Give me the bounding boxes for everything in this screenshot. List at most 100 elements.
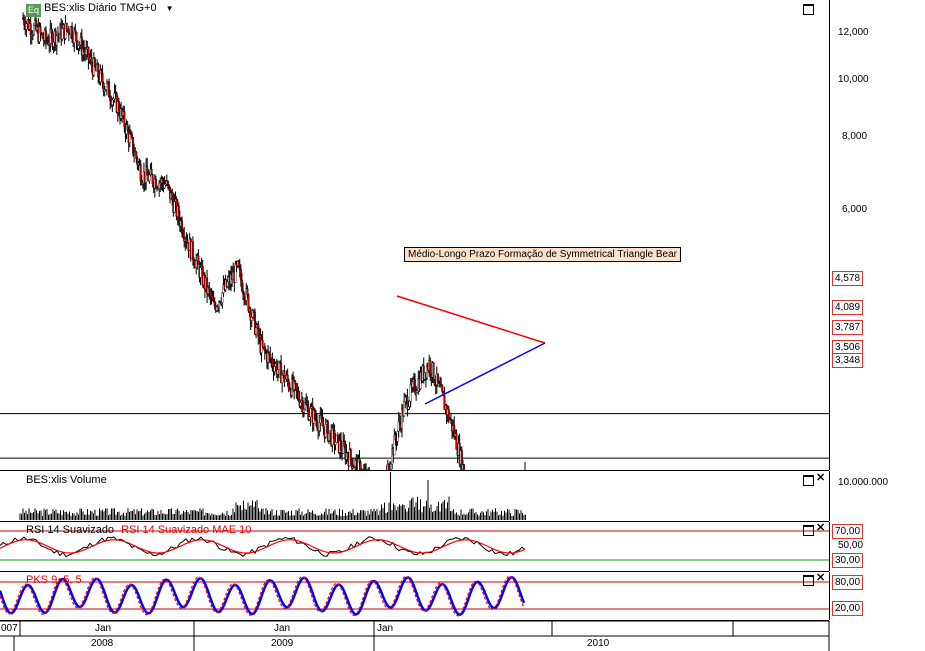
price-candle [321,418,324,427]
price-candle [398,421,401,424]
level-label: 3,787 [832,320,864,335]
price-candle [177,205,180,219]
close-icon[interactable]: ✕ [816,473,825,484]
price-candle [299,402,302,407]
price-candle [234,263,237,283]
price-candle [346,452,349,458]
volume-panel[interactable]: BES:xlis Volume ✕ [0,471,829,522]
price-candle [85,49,88,55]
pks-panel[interactable]: PKS 9, 5, 5 ✕ [0,572,829,621]
price-candle [359,462,362,470]
price-candle [308,416,311,420]
price-candle [44,30,47,41]
price-candle [243,293,246,300]
chevron-down-icon[interactable]: ▼ [166,4,174,13]
price-tick: 10,000 [838,74,869,85]
price-candle [108,82,111,98]
price-candle [302,408,305,413]
close-icon[interactable]: ✕ [816,573,825,584]
price-candle [294,380,297,385]
price-candle [296,389,299,392]
price-candle [396,431,399,442]
pks-title: PKS 9, 5, 5 [26,574,82,586]
price-candle [306,404,309,407]
price-candle [286,374,289,382]
price-candle [314,418,317,421]
price-candle [436,373,439,383]
price-candle [404,397,407,402]
price-candle [416,390,419,393]
price-candle [83,49,86,53]
time-label: Jan [274,623,291,634]
price-candle [281,375,284,384]
price-candle [191,241,194,260]
pks-level: 80,00 [832,575,864,590]
price-candle [111,99,114,105]
price-candle [273,366,276,372]
rsi-panel[interactable]: RSI 14 Suavizado RSI 14 Suavizado MAE 10… [0,522,829,572]
chart-title-text: BES:xlis Diário TMG+0 [44,2,157,14]
year-label: 2010 [587,638,610,649]
price-candle [328,432,331,441]
price-tick: 8,000 [842,131,868,142]
price-candle [182,233,185,237]
price-candle [295,383,298,391]
price-candle [128,133,131,143]
price-candle [23,18,26,26]
rsi-level: 70,00 [832,524,864,539]
maximize-icon[interactable] [803,4,814,18]
maximize-icon[interactable] [803,525,814,539]
price-candle [55,35,58,46]
close-icon[interactable]: ✕ [816,523,825,534]
price-candle [252,310,255,313]
pattern-annotation: Médio-Longo Prazo Formação de Symmetrica… [404,247,682,262]
volume-title: BES:xlis Volume [26,474,107,486]
price-panel[interactable]: Eq BES:xlis Diário TMG+0 ▼ Médio-Longo P… [0,0,829,471]
price-candle [166,180,169,186]
price-candle [407,406,410,410]
price-candle [185,239,188,243]
price-tick: 12,000 [838,27,869,38]
price-candle [414,379,417,393]
time-label: Jan [377,623,394,634]
chart-title[interactable]: BES:xlis Diário TMG+0 ▼ [44,2,174,14]
price-candle [390,463,393,470]
price-candle [148,174,151,182]
maximize-icon[interactable] [803,575,814,589]
time-axis[interactable]: 007 Jan Jan Jan 2008 2009 2010 [0,621,925,651]
price-candle [309,408,312,417]
price-candle [97,64,100,78]
pks-chart [0,575,829,617]
price-candle [354,460,357,468]
price-candle [93,58,96,67]
price-candle [25,23,28,30]
price-chart [0,12,829,470]
price-candle [32,25,35,35]
rsi-level: 30,00 [832,553,864,568]
price-candle [318,422,321,432]
price-candle [138,162,141,165]
price-candle [343,441,346,447]
price-candle [150,169,153,176]
price-candle [246,288,249,296]
price-axis[interactable] [829,0,925,470]
price-candle [276,369,279,375]
price-candle [332,427,335,431]
price-candle [240,279,243,292]
price-candle [101,73,104,84]
price-candle [394,434,397,440]
price-candle [105,83,108,91]
price-candle [387,464,390,470]
price-candle [61,28,64,40]
year-label: 2009 [271,638,294,649]
price-candle [269,354,272,360]
price-candle [242,290,245,294]
price-candle [126,124,129,131]
symbol-badge: Eq [26,4,41,17]
price-candle [322,425,325,429]
maximize-icon[interactable] [803,475,814,489]
price-tick: 6,000 [842,204,868,215]
price-candle [264,350,267,353]
price-candle [358,458,361,463]
price-candle [221,292,224,304]
